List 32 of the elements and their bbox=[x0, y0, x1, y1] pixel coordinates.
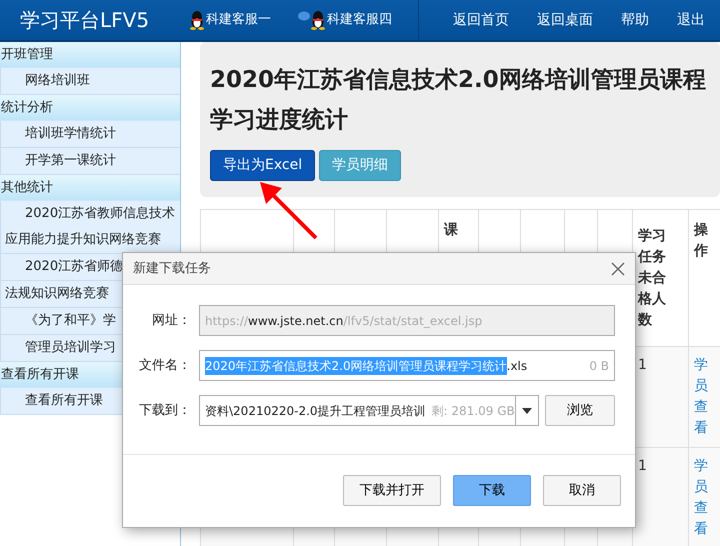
table-cell: 1 bbox=[638, 357, 647, 373]
nav-link[interactable]: 返回桌面 bbox=[527, 10, 603, 30]
file-size: 0 B bbox=[589, 358, 609, 374]
service-link[interactable]: 科建客服四 bbox=[297, 10, 392, 30]
sidebar-item[interactable]: 培训班学情统计 bbox=[0, 121, 180, 148]
nav-link[interactable]: 返回首页 bbox=[443, 10, 519, 30]
sidebar-item[interactable]: 网络培训班 bbox=[0, 68, 180, 95]
page-title: 2020年江苏省信息技术2.0网络培训管理员课程学习进度统计 bbox=[210, 66, 707, 135]
browse-button[interactable]: 浏览 bbox=[545, 395, 615, 426]
sidebar-group[interactable]: 开班管理 bbox=[0, 42, 180, 68]
download-open-button[interactable]: 下载并打开 bbox=[343, 475, 441, 506]
sidebar-item[interactable]: 2020江苏省教师信息技术应用能力提升知识网络竞赛 bbox=[0, 201, 180, 254]
sidebar-group[interactable]: 其他统计 bbox=[0, 175, 180, 201]
service-link[interactable]: 科建客服一 bbox=[188, 10, 271, 30]
folder-dropdown[interactable]: 资料\20210220-2.0提升工程管理员培训 剩: 281.09 GB bbox=[199, 395, 539, 426]
sidebar-item[interactable]: 开学第一课统计 bbox=[0, 148, 180, 175]
column-header: 课 bbox=[444, 221, 458, 240]
export-button[interactable]: 导出为Excel bbox=[210, 150, 316, 181]
column-header: 操作 bbox=[694, 221, 708, 261]
column-header: 学习任务未合格人数 bbox=[638, 226, 666, 330]
close-icon[interactable] bbox=[611, 262, 625, 276]
site-title: 学习平台LFV5 bbox=[19, 7, 150, 34]
url-field: https://www.jste.net.cn/lfv5/stat/stat_excel.jsp bbox=[199, 305, 615, 336]
nav-link[interactable]: 帮助 bbox=[611, 10, 659, 30]
sidebar-group[interactable]: 统计分析 bbox=[0, 95, 180, 121]
cancel-button[interactable]: 取消 bbox=[543, 475, 621, 506]
nav-link[interactable]: 退出 bbox=[667, 10, 715, 30]
caret-icon bbox=[522, 408, 532, 414]
filename-field[interactable]: 2020年江苏省信息技术2.0网络培训管理员课程学习统计.xls 0 B bbox=[199, 350, 615, 381]
download-button[interactable]: 下载 bbox=[453, 475, 531, 506]
table-cell: 1 bbox=[638, 458, 647, 474]
arrow-drawing bbox=[258, 180, 320, 242]
